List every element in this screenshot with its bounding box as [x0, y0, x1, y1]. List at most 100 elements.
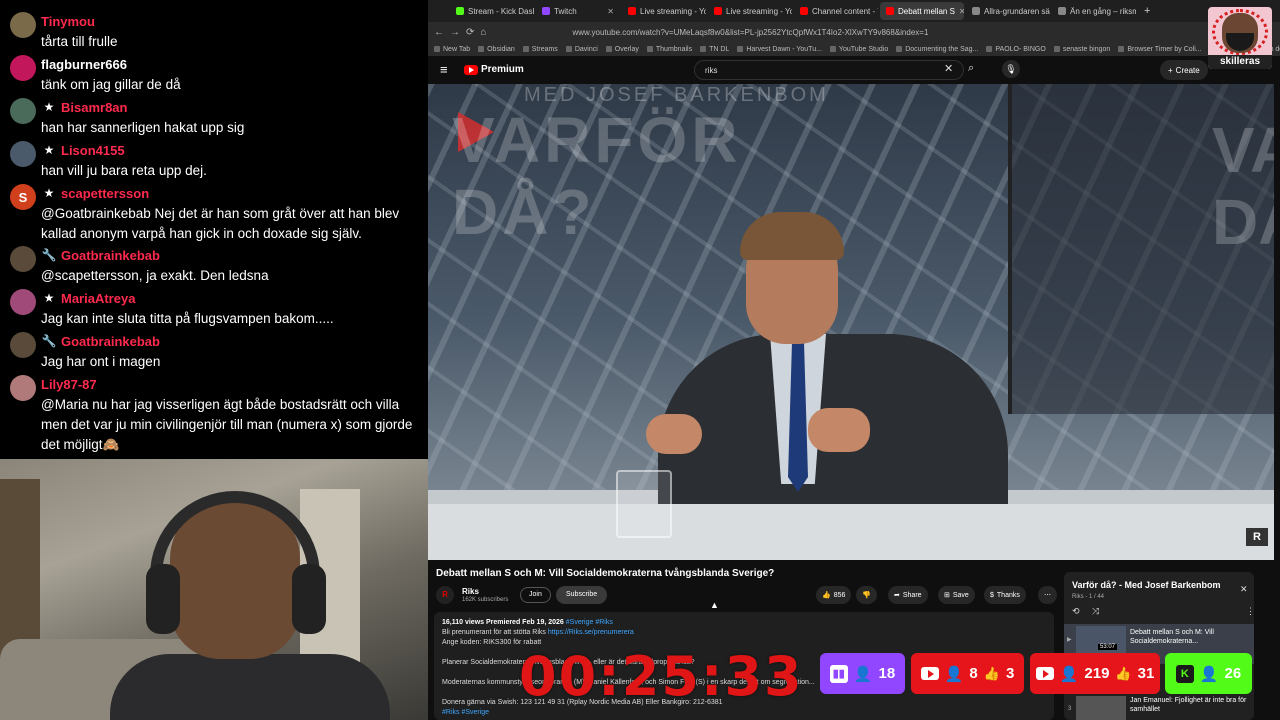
tab-favicon-icon — [714, 7, 722, 15]
chat-avatar[interactable] — [10, 12, 36, 38]
browser-tab[interactable]: Debatt mellan S ✕ — [880, 2, 964, 20]
chat-username[interactable]: Goatbrainkebab — [61, 248, 160, 263]
chat-avatar[interactable] — [10, 332, 36, 358]
join-button[interactable]: Join — [520, 587, 551, 603]
channel-avatar[interactable]: R — [436, 586, 454, 604]
bookmark-item[interactable]: PAOLO- BINGO — [986, 46, 1046, 53]
video-player[interactable]: MED JOSEF BARKENBOM VARFÖRDÅ? VADÅ R — [428, 84, 1274, 560]
playlist-title[interactable]: Varför då? - Med Josef Barkenbom — [1072, 580, 1221, 590]
chat-badge-icon: ★ — [43, 186, 55, 200]
subscribe-button[interactable]: Subscribe — [556, 586, 608, 604]
browser-window: Stream - Kick Dashb...✕Twitch✕Live strea… — [428, 0, 1280, 720]
bookmark-item[interactable]: senaste bingon — [1053, 46, 1110, 53]
forward-icon[interactable]: → — [450, 27, 460, 38]
browser-tab[interactable]: Allra-grundaren säljs✕ — [966, 2, 1050, 20]
chat-avatar[interactable] — [10, 141, 36, 167]
browser-tab[interactable]: Än en gång – riksm...✕ — [1052, 2, 1136, 20]
like-button[interactable]: 👍 856 — [816, 586, 852, 604]
bookmark-item[interactable]: Harvest Dawn - YouTu... — [737, 46, 822, 53]
bookmark-item[interactable]: Browser Timer by Coli... — [1118, 46, 1202, 53]
url-field[interactable]: www.youtube.com/watch?v=UMeLaqsf8w0&list… — [572, 28, 928, 37]
bookmark-item[interactable]: Thumbnails — [646, 45, 693, 53]
bookmark-item[interactable]: Obsidian — [478, 46, 515, 53]
close-tab-icon[interactable]: ✕ — [959, 7, 964, 16]
chat-avatar[interactable] — [10, 246, 36, 272]
playlist-item[interactable]: 3 Jan Emanuel: Fjollighet är inte bra fö… — [1064, 696, 1254, 720]
chat-username[interactable]: flagburner666 — [41, 57, 127, 72]
chat-username[interactable]: Tinymou — [41, 14, 95, 29]
youtube-icon — [920, 667, 939, 680]
shuffle-icon[interactable]: ⤨ — [1092, 606, 1099, 617]
dislike-button[interactable]: 👎 — [856, 586, 877, 604]
meta-tags[interactable]: #Sverige #Riks — [566, 619, 613, 626]
chat-message-header: ★ Bisamr8an — [41, 98, 128, 116]
chat-badge-icon: 🔧 — [41, 248, 57, 262]
chat-username[interactable]: MariaAtreya — [61, 291, 135, 306]
browser-tab[interactable]: Twitch ✕ — [536, 2, 620, 20]
create-button[interactable]: + Create — [1160, 60, 1208, 80]
browser-tab[interactable]: Channel content - Y...✕ — [794, 2, 878, 20]
close-icon[interactable]: ✕ — [1240, 584, 1248, 595]
home-icon[interactable]: ⌂ — [480, 27, 486, 38]
desc-tags[interactable]: #Riks #Sverige — [442, 708, 1046, 718]
bookmark-icon — [829, 46, 836, 52]
tab-label: Live streaming - YouT — [726, 6, 792, 16]
thanks-button[interactable]: $ Thanks — [984, 586, 1026, 604]
thumbs-down-icon: 👎 — [862, 592, 871, 599]
playlist-panel: Varför då? - Med Josef Barkenbom Riks - … — [1064, 572, 1254, 720]
share-icon: ➦ — [894, 592, 900, 599]
tab-label: Debatt mellan S — [898, 6, 955, 16]
chat-message-text: tänk om jag gillar de då — [41, 77, 181, 92]
bookmark-item[interactable]: Davinci — [565, 46, 598, 53]
playlist-item-number: 3 — [1068, 706, 1072, 712]
browser-tab[interactable]: Stream - Kick Dashb...✕ — [450, 2, 534, 20]
chat-username[interactable]: Goatbrainkebab — [61, 334, 160, 349]
menu-icon[interactable]: ≡ — [440, 62, 448, 77]
bookmark-label: Thumbnails — [655, 45, 693, 53]
show-title-repeat: VADÅ — [1212, 114, 1274, 258]
bookmark-item[interactable]: TN DL — [700, 46, 729, 53]
youtube-play-icon — [464, 64, 478, 75]
kebab-menu-icon[interactable]: ⋮ — [1246, 606, 1254, 617]
bookmark-item[interactable]: YouTube Studio — [829, 46, 888, 53]
chat-username[interactable]: scapettersson — [61, 186, 149, 201]
chat-avatar[interactable] — [10, 289, 36, 315]
chat-avatar[interactable] — [10, 55, 36, 81]
youtube-viewer-count: 219 — [1084, 665, 1110, 682]
bookmark-item[interactable]: Overlay — [605, 46, 639, 53]
search-input[interactable]: riks — [694, 60, 964, 80]
bookmark-item[interactable]: New Tab — [434, 46, 470, 53]
chat-avatar[interactable] — [10, 98, 36, 124]
playlist-item-title: Debatt mellan S och M: Vill Socialdemokr… — [1130, 629, 1214, 645]
tab-favicon-icon — [1058, 7, 1066, 15]
streamer-logo: skilleras — [1208, 7, 1272, 69]
back-icon[interactable]: ← — [434, 27, 444, 38]
bookmark-item[interactable]: Documenting the Sag... — [896, 46, 978, 53]
water-glass — [616, 470, 672, 538]
microphone-icon[interactable]: 🎙 — [1002, 60, 1020, 78]
bookmark-item[interactable]: Streams — [522, 46, 558, 53]
loop-icon[interactable]: ⟲ — [1072, 606, 1080, 617]
chat-message-header: ★ Lison4155 — [41, 141, 125, 159]
browser-tab[interactable]: Live streaming - YouT✕ — [622, 2, 706, 20]
new-tab-icon[interactable]: + — [1138, 5, 1156, 17]
search-icon[interactable]: ⌕ — [968, 62, 974, 75]
reload-icon[interactable]: ⟳ — [466, 27, 474, 38]
clear-search-icon[interactable]: ✕ — [944, 62, 953, 75]
chat-avatar[interactable]: S — [10, 184, 36, 210]
more-actions-button[interactable]: ⋯ — [1038, 586, 1057, 604]
chat-username[interactable]: Lison4155 — [61, 143, 125, 158]
tab-favicon-icon — [628, 7, 636, 15]
share-button[interactable]: ➦ Share — [888, 586, 928, 604]
browser-tab[interactable]: Live streaming - YouT✕ — [708, 2, 792, 20]
save-button[interactable]: ⊞ Save — [938, 586, 975, 604]
channel-name[interactable]: Riks — [462, 587, 479, 596]
chat-username[interactable]: Bisamr8an — [61, 100, 127, 115]
subscribe-link[interactable]: https://Riks.se/prenumerera — [548, 629, 634, 636]
close-tab-icon[interactable]: ✕ — [607, 7, 614, 16]
chat-username[interactable]: Lily87-87 — [41, 377, 97, 392]
chat-avatar[interactable] — [10, 375, 36, 401]
youtube-logo[interactable]: Premium — [464, 64, 524, 75]
twitch-viewer-count: 18 — [878, 665, 896, 682]
kick-viewer-badge: K 👤 26 — [1165, 653, 1252, 694]
